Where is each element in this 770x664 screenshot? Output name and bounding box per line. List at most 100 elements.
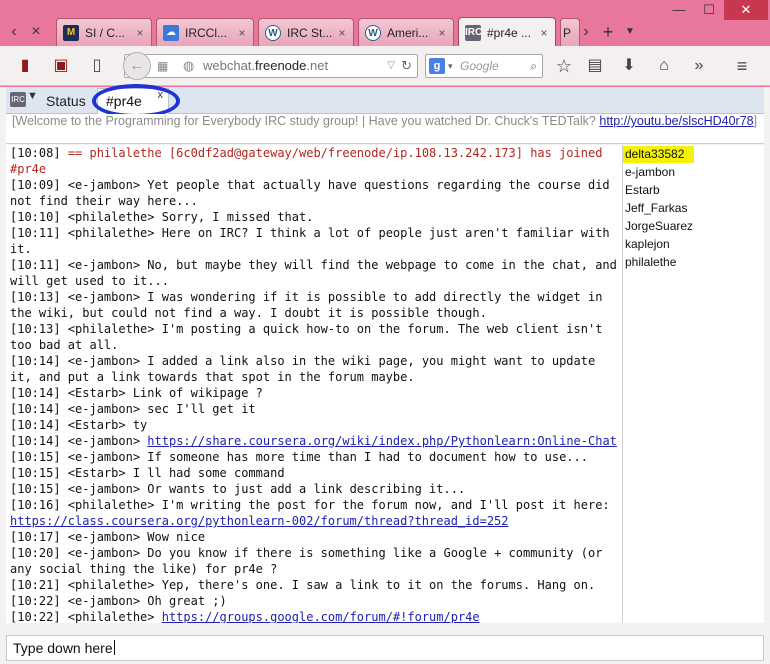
reader-icon[interactable]: ▣ [50, 55, 72, 77]
message-timestamp: [10:09] [10, 178, 61, 192]
tab-close-icon[interactable]: × [335, 26, 349, 40]
back-arrow-icon[interactable]: ← [123, 52, 151, 80]
chat-message: [10:14] <e-jambon> sec I'll get it [10, 401, 618, 417]
close-tab-icon[interactable]: × [28, 20, 44, 44]
device-icon[interactable]: ▯ [86, 55, 108, 77]
search-icon[interactable]: ⌕ [530, 55, 537, 77]
message-timestamp: [10:14] [10, 402, 61, 416]
message-timestamp: [10:14] [10, 418, 61, 432]
message-text: <e-jambon> I was wondering if it is poss… [10, 290, 610, 320]
message-text: <e-jambon> sec I'll get it [67, 402, 256, 416]
tab-close-icon[interactable]: × [235, 26, 249, 40]
tab-label: IRCCl... [185, 25, 227, 40]
message-text: <e-jambon> If someone has more time than… [67, 450, 588, 464]
chat-message: [10:15] <e-jambon> Or wants to just add … [10, 481, 618, 497]
tab-status[interactable]: Status [46, 90, 94, 112]
nick-list: delta33582 e-jambon Estarb Jeff_Farkas Jorge… [622, 145, 764, 623]
chat-message: [10:22] <philalethe> https://groups.goog… [10, 609, 618, 623]
nick-list-item[interactable]: e-jambon [623, 163, 764, 181]
topic-link[interactable]: http://youtu.be/slscHD40r78 [599, 114, 753, 128]
tab-scroll-left-icon[interactable]: ‹ [6, 20, 22, 44]
apps-grid-icon[interactable]: ▦ [157, 55, 168, 77]
url-text[interactable]: webchat.freenode.net [203, 55, 328, 77]
tab-close-icon[interactable]: × [133, 26, 147, 40]
channel-topic: [Welcome to the Programming for Everybod… [6, 114, 764, 144]
message-timestamp: [10:21] [10, 578, 61, 592]
browser-tab-partial[interactable]: P [560, 18, 580, 46]
message-text: == philalethe [6c0df2ad@gateway/web/free… [10, 146, 610, 176]
close-channel-icon[interactable]: x [158, 83, 164, 107]
message-text: <philalethe> Sorry, I missed that. [67, 210, 314, 224]
topic-close-bracket: ] [753, 114, 758, 128]
chat-message: [10:13] <e-jambon> I was wondering if it… [10, 289, 618, 321]
browser-tab-si[interactable]: M SI / C... × [56, 18, 152, 46]
message-link[interactable]: https://class.coursera.org/pythonlearn-0… [10, 514, 509, 528]
search-box[interactable]: g ▾ Google ⌕ [425, 54, 543, 78]
star-bookmark-icon[interactable]: ☆ [553, 55, 575, 77]
message-timestamp: [10:15] [10, 466, 61, 480]
message-link[interactable]: https://groups.google.com/forum/#!forum/… [162, 610, 480, 623]
engine-dropdown-icon[interactable]: ▾ [448, 55, 453, 77]
channel-tab-label: #pr4e [106, 93, 142, 109]
message-timestamp: [10:13] [10, 322, 61, 336]
google-icon[interactable]: g [429, 58, 445, 74]
nick-name: delta33582 [623, 146, 695, 163]
nick-list-item[interactable]: Estarb [623, 181, 764, 199]
chat-message: [10:09] <e-jambon> Yet people that actua… [10, 177, 618, 209]
message-text: <e-jambon> [67, 434, 148, 448]
chat-message: [10:14] <e-jambon> I added a link also i… [10, 353, 618, 385]
nick-list-item[interactable]: Jeff_Farkas [623, 199, 764, 217]
browser-tab-irc-study[interactable]: W IRC St... × [258, 18, 354, 46]
umich-block-m-icon: M [63, 24, 79, 41]
tab-close-icon[interactable]: × [537, 26, 551, 40]
message-link[interactable]: https://share.coursera.org/wiki/index.ph… [147, 434, 617, 448]
message-input-value: Type down here [13, 640, 113, 656]
message-timestamp: [10:14] [10, 434, 61, 448]
message-timestamp: [10:15] [10, 450, 61, 464]
nick-name: Jeff_Farkas [625, 201, 688, 215]
nick-list-item[interactable]: philalethe [623, 253, 764, 271]
topic-text: [Welcome to the Programming for Everybod… [12, 114, 600, 128]
maximize-icon[interactable]: ☐ [694, 0, 724, 20]
tab-scroll-right-icon[interactable]: › [578, 20, 594, 44]
chevron-down-icon[interactable]: ▼ [27, 90, 38, 102]
message-text: <e-jambon> I added a link also in the wi… [10, 354, 603, 384]
bookmark-book-icon[interactable]: ▮ [14, 55, 36, 77]
new-tab-plus-icon[interactable]: + [600, 20, 616, 44]
tab-channel-pr4e[interactable]: #pr4e x [97, 88, 169, 114]
url-dropdown-icon[interactable]: ▽ [387, 55, 395, 77]
menu-hamburger-icon[interactable]: ≡ [731, 55, 753, 77]
message-timestamp: [10:17] [10, 530, 61, 544]
browser-tab-american[interactable]: W Ameri... × [358, 18, 454, 46]
reload-icon[interactable]: ↻ [401, 55, 412, 77]
message-input[interactable]: Type down here [6, 635, 764, 661]
close-window-icon[interactable]: ✕ [724, 0, 768, 20]
nick-name: Estarb [625, 183, 660, 197]
chat-message: [10:11] <e-jambon> No, but maybe they wi… [10, 257, 618, 289]
home-icon[interactable]: ⌂ [653, 55, 675, 77]
tab-close-icon[interactable]: × [435, 26, 449, 40]
message-text: <Estarb> Link of wikipage ? [67, 386, 263, 400]
search-placeholder: Google [460, 59, 499, 73]
bookmarks-list-icon[interactable]: ▤ [584, 55, 606, 77]
message-text: <Estarb> ty [67, 418, 148, 432]
nick-name: e-jambon [625, 165, 676, 179]
url-bar[interactable]: ← ▦ ◍ webchat.freenode.net ▽ ↻ [123, 52, 418, 80]
chat-message: [10:17] <e-jambon> Wow nice [10, 529, 618, 545]
message-timestamp: [10:08] [10, 146, 61, 160]
minimize-icon[interactable]: — [664, 0, 694, 20]
navigation-toolbar: ▮ ▣ ▯ ← ▦ ◍ webchat.freenode.net ▽ ↻ g ▾… [0, 46, 770, 86]
chat-message: [10:14] <e-jambon> https://share.courser… [10, 433, 618, 449]
message-log[interactable]: [10:08] == philalethe [6c0df2ad@gateway/… [6, 145, 622, 623]
overflow-chevron-icon[interactable]: » [688, 55, 710, 77]
nick-list-item[interactable]: delta33582 [623, 145, 764, 163]
nick-list-item[interactable]: kaplejon [623, 235, 764, 253]
nick-list-item[interactable]: JorgeSuarez [623, 217, 764, 235]
message-text: <e-jambon> Oh great ;) [67, 594, 227, 608]
irc-logo-icon[interactable]: IRC [10, 92, 26, 107]
chat-message: [10:14] <Estarb> ty [10, 417, 618, 433]
download-icon[interactable]: ⬇ [618, 55, 640, 77]
tab-list-dropdown-icon[interactable]: ▼ [622, 20, 638, 44]
browser-tab-pr4e[interactable]: IRC #pr4e ... × [458, 17, 556, 47]
browser-tab-irccloud[interactable]: ☁ IRCCl... × [156, 18, 254, 46]
